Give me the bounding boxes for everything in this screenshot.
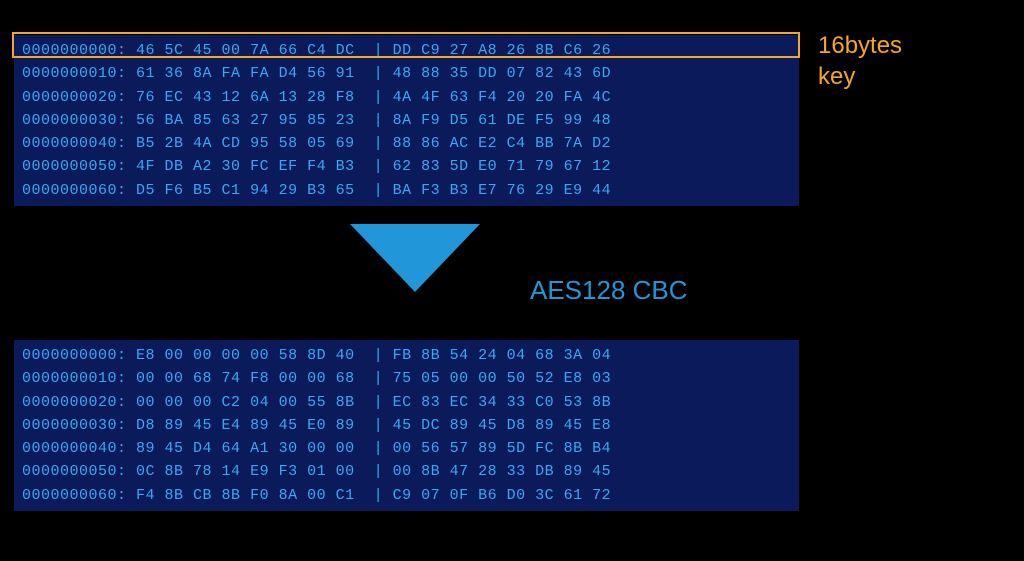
hex-bytes-left: 76 EC 43 12 6A 13 28 F8 xyxy=(136,89,355,106)
hex-row: 0000000050: 0C 8B 78 14 E9 F3 01 00 | 00… xyxy=(22,460,791,483)
hexdump-decrypted: 0000000000: E8 00 00 00 00 58 8D 40 | FB… xyxy=(14,340,799,511)
hex-offset: 0000000010: xyxy=(22,370,127,387)
hex-offset: 0000000030: xyxy=(22,112,127,129)
key-label-line1: 16bytes xyxy=(818,30,902,61)
hex-bytes-right: FB 8B 54 24 04 68 3A 04 xyxy=(393,347,612,364)
hex-bytes-right: 88 86 AC E2 C4 BB 7A D2 xyxy=(393,135,612,152)
hex-bytes-right: 48 88 35 DD 07 82 43 6D xyxy=(393,65,612,82)
hex-row: 0000000060: F4 8B CB 8B F0 8A 00 C1 | C9… xyxy=(22,484,791,507)
hex-bytes-right: C9 07 0F B6 D0 3C 61 72 xyxy=(393,487,612,504)
hex-bytes-left: 56 BA 85 63 27 95 85 23 xyxy=(136,112,355,129)
hex-bytes-right: EC 83 EC 34 33 C0 53 8B xyxy=(393,394,612,411)
hex-bytes-right: 45 DC 89 45 D8 89 45 E8 xyxy=(393,417,612,434)
hex-row: 0000000000: 46 5C 45 00 7A 66 C4 DC | DD… xyxy=(22,39,791,62)
hex-bytes-right: 00 8B 47 28 33 DB 89 45 xyxy=(393,463,612,480)
hex-offset: 0000000010: xyxy=(22,65,127,82)
hex-row: 0000000010: 00 00 68 74 F8 00 00 68 | 75… xyxy=(22,367,791,390)
hex-row: 0000000030: 56 BA 85 63 27 95 85 23 | 8A… xyxy=(22,109,791,132)
hex-bytes-right: 62 83 5D E0 71 79 67 12 xyxy=(393,158,612,175)
hex-offset: 0000000030: xyxy=(22,417,127,434)
hex-bytes-left: 4F DB A2 30 FC EF F4 B3 xyxy=(136,158,355,175)
hex-bytes-left: 0C 8B 78 14 E9 F3 01 00 xyxy=(136,463,355,480)
hex-offset: 0000000040: xyxy=(22,440,127,457)
hex-bytes-left: E8 00 00 00 00 58 8D 40 xyxy=(136,347,355,364)
key-label: 16bytes key xyxy=(818,30,902,92)
hex-bytes-right: 00 56 57 89 5D FC 8B B4 xyxy=(393,440,612,457)
hex-offset: 0000000020: xyxy=(22,394,127,411)
hex-bytes-left: 89 45 D4 64 A1 30 00 00 xyxy=(136,440,355,457)
hex-offset: 0000000000: xyxy=(22,42,127,59)
hex-offset: 0000000060: xyxy=(22,487,127,504)
hex-bytes-left: B5 2B 4A CD 95 58 05 69 xyxy=(136,135,355,152)
hex-row: 0000000000: E8 00 00 00 00 58 8D 40 | FB… xyxy=(22,344,791,367)
hex-bytes-left: F4 8B CB 8B F0 8A 00 C1 xyxy=(136,487,355,504)
key-label-line2: key xyxy=(818,61,902,92)
hex-bytes-right: 75 05 00 00 50 52 E8 03 xyxy=(393,370,612,387)
hex-offset: 0000000060: xyxy=(22,182,127,199)
hex-offset: 0000000050: xyxy=(22,463,127,480)
hex-row: 0000000050: 4F DB A2 30 FC EF F4 B3 | 62… xyxy=(22,155,791,178)
hex-row: 0000000040: B5 2B 4A CD 95 58 05 69 | 88… xyxy=(22,132,791,155)
hex-row: 0000000030: D8 89 45 E4 89 45 E0 89 | 45… xyxy=(22,414,791,437)
hex-bytes-left: 46 5C 45 00 7A 66 C4 DC xyxy=(136,42,355,59)
arrow-down-icon xyxy=(340,214,490,309)
hex-bytes-left: D8 89 45 E4 89 45 E0 89 xyxy=(136,417,355,434)
hex-bytes-left: 00 00 00 C2 04 00 55 8B xyxy=(136,394,355,411)
hex-bytes-right: 8A F9 D5 61 DE F5 99 48 xyxy=(393,112,612,129)
hex-bytes-right: 4A 4F 63 F4 20 20 FA 4C xyxy=(393,89,612,106)
hex-row: 0000000020: 76 EC 43 12 6A 13 28 F8 | 4A… xyxy=(22,86,791,109)
hex-offset: 0000000020: xyxy=(22,89,127,106)
hex-bytes-left: 61 36 8A FA FA D4 56 91 xyxy=(136,65,355,82)
hex-offset: 0000000050: xyxy=(22,158,127,175)
hexdump-encrypted: 0000000000: 46 5C 45 00 7A 66 C4 DC | DD… xyxy=(14,35,799,206)
hex-bytes-left: 00 00 68 74 F8 00 00 68 xyxy=(136,370,355,387)
hex-row: 0000000010: 61 36 8A FA FA D4 56 91 | 48… xyxy=(22,62,791,85)
hex-row: 0000000040: 89 45 D4 64 A1 30 00 00 | 00… xyxy=(22,437,791,460)
hex-offset: 0000000000: xyxy=(22,347,127,364)
hex-offset: 0000000040: xyxy=(22,135,127,152)
hex-bytes-right: BA F3 B3 E7 76 29 E9 44 xyxy=(393,182,612,199)
hex-bytes-left: D5 F6 B5 C1 94 29 B3 65 xyxy=(136,182,355,199)
algorithm-label: AES128 CBC xyxy=(530,275,688,306)
hex-row: 0000000060: D5 F6 B5 C1 94 29 B3 65 | BA… xyxy=(22,179,791,202)
hex-row: 0000000020: 00 00 00 C2 04 00 55 8B | EC… xyxy=(22,391,791,414)
hex-bytes-right: DD C9 27 A8 26 8B C6 26 xyxy=(393,42,612,59)
